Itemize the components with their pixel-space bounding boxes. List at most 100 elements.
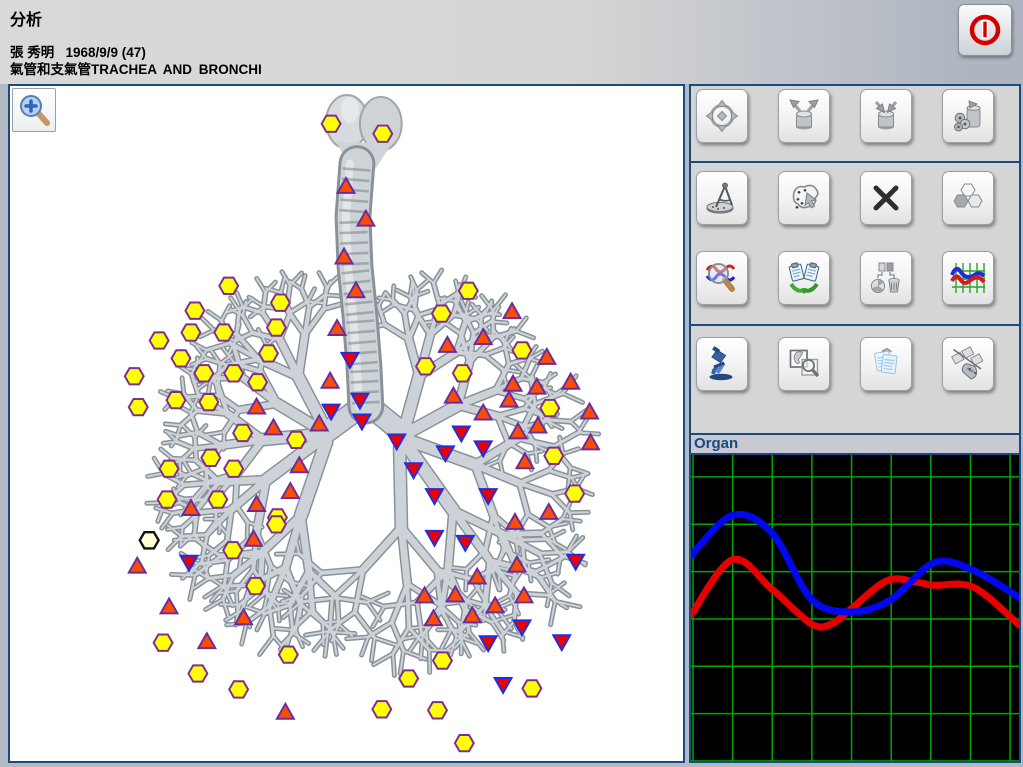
marker-hexagon[interactable] <box>259 345 278 361</box>
compare-results-icon <box>786 260 822 296</box>
marker-hexagon[interactable] <box>271 295 290 311</box>
marker-hexagon[interactable] <box>433 652 452 668</box>
page-title: 分析 <box>10 6 42 30</box>
marker-hexagon[interactable] <box>160 461 179 477</box>
marker-hexagon[interactable] <box>373 126 392 142</box>
marker-triangle-up[interactable] <box>198 633 215 648</box>
marker-hexagon[interactable] <box>219 278 238 294</box>
marker-hexagon[interactable] <box>199 394 218 410</box>
zoom-button[interactable] <box>12 88 56 132</box>
zoom-in-icon <box>16 92 52 128</box>
marker-hexagon[interactable] <box>399 670 418 686</box>
container-export-button[interactable] <box>778 89 830 143</box>
marker-triangle-up[interactable] <box>161 598 178 613</box>
trachea-bronchi-image <box>10 86 683 761</box>
power-icon <box>963 8 1007 52</box>
marker-hexagon[interactable] <box>565 485 584 501</box>
vegeto-test-button[interactable] <box>942 337 994 391</box>
organ-section-header: Organ <box>691 433 1019 455</box>
marker-hexagon[interactable] <box>233 425 252 441</box>
report-icon <box>868 346 904 382</box>
rotate-arrows-button[interactable] <box>696 89 748 143</box>
marker-hexagon[interactable] <box>158 491 177 507</box>
marker-hexagon[interactable] <box>428 702 447 718</box>
specimen-jar-button[interactable] <box>942 89 994 143</box>
container-import-icon <box>868 98 904 134</box>
marker-hexagon[interactable] <box>416 358 435 374</box>
measure-compass-icon <box>704 180 740 216</box>
container-import-button[interactable] <box>860 89 912 143</box>
wave-analysis-button[interactable] <box>696 251 748 305</box>
marker-hexagon[interactable] <box>150 332 169 348</box>
organ-preview-button[interactable] <box>778 337 830 391</box>
marker-hexagon[interactable] <box>432 305 451 321</box>
anatomy-panel <box>8 84 685 763</box>
marker-hexagon[interactable] <box>229 681 248 697</box>
marker-hexagon[interactable] <box>287 432 306 448</box>
marker-triangle-up[interactable] <box>439 337 456 352</box>
marker-hexagon[interactable] <box>279 646 298 662</box>
exit-button[interactable] <box>958 4 1012 56</box>
marker-triangle-down[interactable] <box>426 531 443 546</box>
marker-hexagon[interactable] <box>208 491 227 507</box>
vegeto-test-icon <box>950 346 986 382</box>
marker-hexagon[interactable] <box>185 303 204 319</box>
toolbar-panel: Organ <box>689 84 1021 763</box>
compare-results-button[interactable] <box>778 251 830 305</box>
marker-hexagon[interactable] <box>172 350 191 366</box>
toolbar-group-1 <box>691 86 1019 163</box>
marker-hexagon[interactable] <box>201 450 220 466</box>
measure-compass-button[interactable] <box>696 171 748 225</box>
marker-hexagon[interactable] <box>522 680 541 696</box>
marker-triangle-down[interactable] <box>495 678 512 693</box>
marker-triangle-down[interactable] <box>553 635 570 650</box>
marker-hexagon[interactable] <box>246 578 265 594</box>
marker-hexagon[interactable] <box>194 365 213 381</box>
marker-triangle-up[interactable] <box>582 434 599 449</box>
marker-triangle-up[interactable] <box>277 704 294 719</box>
marker-hexagon[interactable] <box>181 324 200 340</box>
marker-hexagon[interactable] <box>248 374 267 390</box>
marker-hexagon[interactable] <box>154 635 173 651</box>
marker-hexagon[interactable] <box>544 448 563 464</box>
select-area-icon <box>786 180 822 216</box>
marker-triangle-up[interactable] <box>322 373 339 388</box>
marker-hexagon[interactable] <box>372 701 391 717</box>
rotate-arrows-icon <box>704 98 740 134</box>
marker-triangle-down[interactable] <box>453 426 470 441</box>
marker-hexagon[interactable] <box>267 516 286 532</box>
marker-hexagon[interactable] <box>267 319 286 335</box>
marker-hexagon[interactable] <box>224 365 243 381</box>
marker-hexagon[interactable] <box>223 542 242 558</box>
marker-hexagon[interactable] <box>513 342 532 358</box>
marker-triangle-up[interactable] <box>129 558 146 573</box>
select-area-button[interactable] <box>778 171 830 225</box>
organ-preview-icon <box>786 346 822 382</box>
report-button[interactable] <box>860 337 912 391</box>
marker-triangle-up[interactable] <box>504 303 521 318</box>
marker-hexagon[interactable] <box>167 392 186 408</box>
marker-hexagon[interactable] <box>453 365 472 381</box>
specimen-jar-icon <box>950 98 986 134</box>
marker-hexagon[interactable] <box>540 400 559 416</box>
delete-results-button[interactable] <box>860 251 912 305</box>
graph-icon <box>950 260 986 296</box>
marker-hexagon[interactable] <box>214 324 233 340</box>
wave-analysis-icon <box>704 260 740 296</box>
hexagons-icon <box>950 180 986 216</box>
marker-triangle-up[interactable] <box>540 504 557 519</box>
marker-triangle-up[interactable] <box>282 483 299 498</box>
marker-triangle-up[interactable] <box>265 420 282 435</box>
marker-hexagon[interactable] <box>224 461 243 477</box>
close-x-button[interactable] <box>860 171 912 225</box>
marker-hexagon[interactable] <box>125 368 144 384</box>
hexagons-button[interactable] <box>942 171 994 225</box>
microscope-button[interactable] <box>696 337 748 391</box>
graph-button[interactable] <box>942 251 994 305</box>
marker-hexagon[interactable] <box>188 665 207 681</box>
marker-hexagon[interactable] <box>129 399 148 415</box>
marker-hexagon[interactable] <box>455 735 474 751</box>
marker-hexagon[interactable] <box>140 532 159 548</box>
marker-hexagon[interactable] <box>459 283 478 299</box>
marker-hexagon[interactable] <box>322 116 341 132</box>
